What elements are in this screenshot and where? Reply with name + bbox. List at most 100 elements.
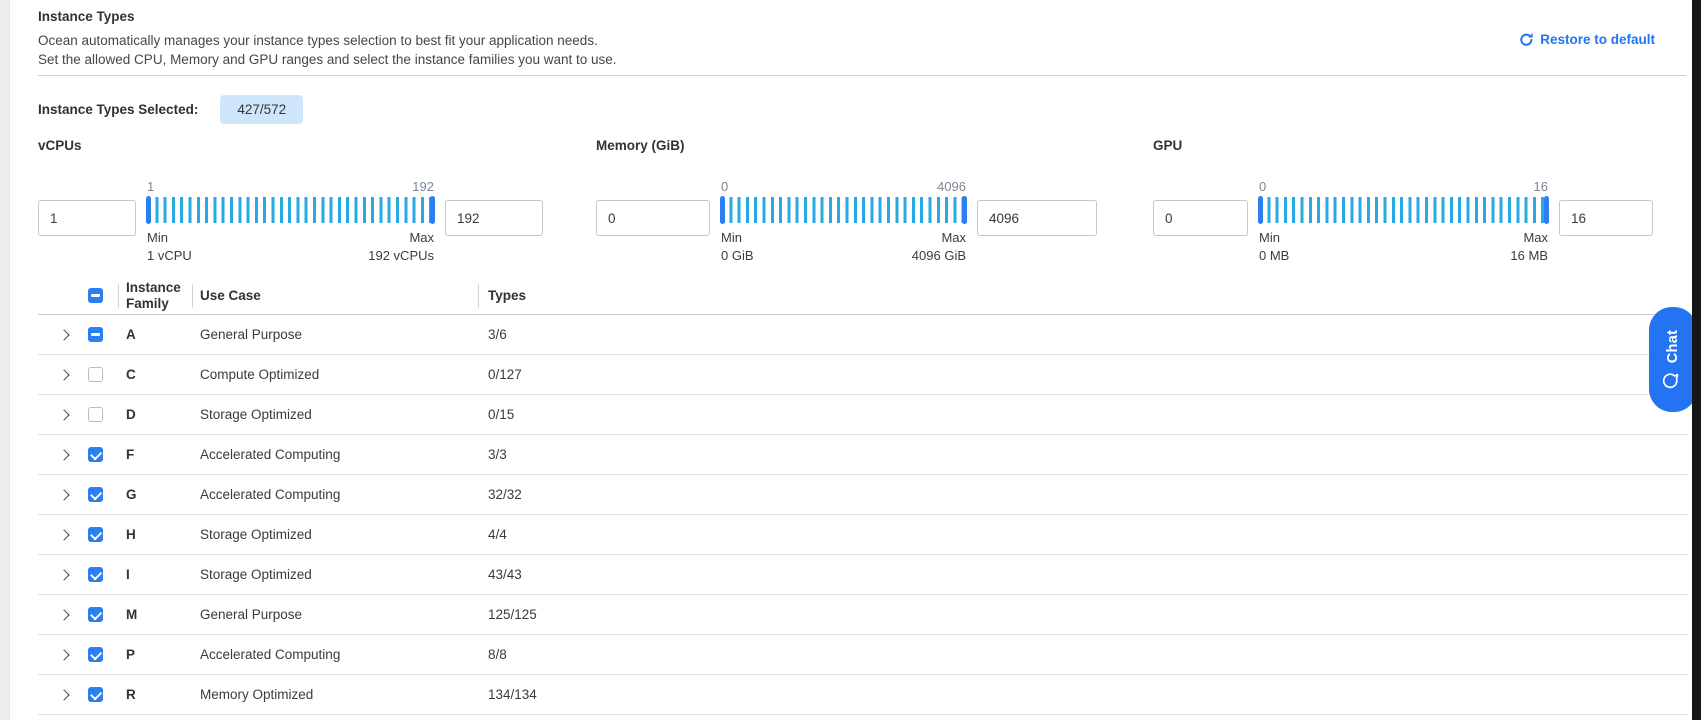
vcpus-range-min: 1 bbox=[147, 179, 154, 195]
table-row[interactable]: D Storage Optimized 0/15 bbox=[38, 395, 1688, 435]
vcpus-min-input[interactable] bbox=[38, 200, 136, 236]
memory-max-input[interactable] bbox=[977, 200, 1097, 236]
instance-family-cell: A bbox=[118, 327, 192, 342]
left-edge-strip bbox=[0, 0, 10, 720]
table-row[interactable]: I Storage Optimized 43/43 bbox=[38, 555, 1688, 595]
gpu-max-detail: 16 MB bbox=[1510, 247, 1548, 265]
page-description: Ocean automatically manages your instanc… bbox=[38, 31, 617, 69]
table-row[interactable]: M General Purpose 125/125 bbox=[38, 595, 1688, 635]
row-checkbox[interactable] bbox=[88, 607, 103, 622]
restore-to-default-button[interactable]: Restore to default bbox=[1519, 32, 1655, 47]
vcpus-min-caption: Min bbox=[147, 229, 192, 247]
types-count-cell: 8/8 bbox=[478, 647, 1688, 662]
gpu-range-labels: 0 16 bbox=[1259, 179, 1548, 195]
use-case-cell: Storage Optimized bbox=[192, 567, 478, 582]
row-checkbox[interactable] bbox=[88, 487, 103, 502]
types-count-cell: 134/134 bbox=[478, 687, 1688, 702]
memory-max-handle[interactable] bbox=[962, 196, 967, 224]
row-checkbox[interactable] bbox=[88, 527, 103, 542]
expand-chevron-icon[interactable] bbox=[54, 445, 74, 465]
gpu-range-max: 16 bbox=[1534, 179, 1548, 195]
vcpus-max-handle[interactable] bbox=[430, 196, 435, 224]
instance-family-cell: F bbox=[118, 447, 192, 462]
row-checkbox[interactable] bbox=[88, 687, 103, 702]
instance-family-cell: C bbox=[118, 367, 192, 382]
vcpus-max-detail: 192 vCPUs bbox=[368, 247, 434, 265]
types-count-cell: 125/125 bbox=[478, 607, 1688, 622]
use-case-cell: Storage Optimized bbox=[192, 527, 478, 542]
gpu-max-input[interactable] bbox=[1559, 200, 1653, 236]
memory-max-detail: 4096 GiB bbox=[912, 247, 966, 265]
chat-bubble-icon bbox=[1661, 371, 1685, 390]
instance-family-cell: P bbox=[118, 647, 192, 662]
table-header: Instance Family Use Case Types bbox=[38, 277, 1688, 315]
expand-chevron-icon[interactable] bbox=[54, 605, 74, 625]
selected-count-badge: 427/572 bbox=[220, 95, 303, 124]
gpu-max-caption: Max bbox=[1510, 229, 1548, 247]
chat-button[interactable]: Chat bbox=[1649, 307, 1697, 412]
types-count-cell: 3/3 bbox=[478, 447, 1688, 462]
row-checkbox[interactable] bbox=[88, 367, 103, 382]
expand-chevron-icon[interactable] bbox=[54, 485, 74, 505]
instance-types-panel: Instance Types Ocean automatically manag… bbox=[0, 0, 1701, 720]
select-all-checkbox[interactable] bbox=[88, 288, 103, 303]
description-line-1: Ocean automatically manages your instanc… bbox=[38, 31, 617, 50]
instance-family-table: Instance Family Use Case Types A General… bbox=[38, 277, 1688, 715]
vcpus-min-detail: 1 vCPU bbox=[147, 247, 192, 265]
row-checkbox[interactable] bbox=[88, 407, 103, 422]
use-case-cell: Accelerated Computing bbox=[192, 447, 478, 462]
vcpus-range-max: 192 bbox=[412, 179, 434, 195]
vcpus-max-input[interactable] bbox=[445, 200, 543, 236]
expand-chevron-icon[interactable] bbox=[54, 645, 74, 665]
row-checkbox[interactable] bbox=[88, 647, 103, 662]
expand-chevron-icon[interactable] bbox=[54, 565, 74, 585]
vcpus-min-handle[interactable] bbox=[146, 196, 151, 224]
column-header-family: Instance Family bbox=[118, 280, 192, 312]
memory-min-handle[interactable] bbox=[720, 196, 725, 224]
instance-family-cell: I bbox=[118, 567, 192, 582]
use-case-cell: General Purpose bbox=[192, 327, 478, 342]
types-count-cell: 0/127 bbox=[478, 367, 1688, 382]
expand-chevron-icon[interactable] bbox=[54, 365, 74, 385]
row-checkbox[interactable] bbox=[88, 327, 103, 342]
gpu-max-handle[interactable] bbox=[1544, 196, 1549, 224]
instance-family-cell: R bbox=[118, 687, 192, 702]
memory-min-detail: 0 GiB bbox=[721, 247, 754, 265]
instance-family-cell: H bbox=[118, 527, 192, 542]
use-case-cell: Accelerated Computing bbox=[192, 647, 478, 662]
expand-chevron-icon[interactable] bbox=[54, 325, 74, 345]
expand-chevron-icon[interactable] bbox=[54, 525, 74, 545]
table-row[interactable]: P Accelerated Computing 8/8 bbox=[38, 635, 1688, 675]
gpu-label: GPU bbox=[1153, 138, 1653, 153]
table-row[interactable]: H Storage Optimized 4/4 bbox=[38, 515, 1688, 555]
vcpus-label: vCPUs bbox=[38, 138, 543, 153]
types-count-cell: 43/43 bbox=[478, 567, 1688, 582]
selected-label: Instance Types Selected: bbox=[38, 102, 198, 117]
table-row[interactable]: C Compute Optimized 0/127 bbox=[38, 355, 1688, 395]
row-checkbox[interactable] bbox=[88, 447, 103, 462]
expand-chevron-icon[interactable] bbox=[54, 685, 74, 705]
gpu-min-input[interactable] bbox=[1153, 200, 1248, 236]
table-row[interactable]: G Accelerated Computing 32/32 bbox=[38, 475, 1688, 515]
gpu-slider-track[interactable] bbox=[1259, 197, 1548, 223]
table-row[interactable]: R Memory Optimized 134/134 bbox=[38, 675, 1688, 715]
right-edge-strip bbox=[1692, 0, 1701, 720]
column-header-types: Types bbox=[478, 288, 1688, 304]
vcpus-slider-track[interactable] bbox=[147, 197, 434, 223]
vcpus-slider-group: vCPUs 1 192 Min 1 vCPU Ma bbox=[38, 138, 543, 265]
header-divider bbox=[38, 75, 1686, 76]
table-body: A General Purpose 3/6 C Compute Optimize… bbox=[38, 315, 1688, 715]
row-checkbox[interactable] bbox=[88, 567, 103, 582]
expand-chevron-icon[interactable] bbox=[54, 405, 74, 425]
memory-min-input[interactable] bbox=[596, 200, 710, 236]
memory-range-labels: 0 4096 bbox=[721, 179, 966, 195]
memory-max-caption: Max bbox=[912, 229, 966, 247]
chat-label: Chat bbox=[1665, 329, 1681, 362]
instance-family-cell: M bbox=[118, 607, 192, 622]
table-row[interactable]: A General Purpose 3/6 bbox=[38, 315, 1688, 355]
memory-slider-track[interactable] bbox=[721, 197, 966, 223]
page-title: Instance Types bbox=[38, 9, 135, 24]
table-row[interactable]: F Accelerated Computing 3/3 bbox=[38, 435, 1688, 475]
gpu-min-handle[interactable] bbox=[1258, 196, 1263, 224]
types-count-cell: 4/4 bbox=[478, 527, 1688, 542]
